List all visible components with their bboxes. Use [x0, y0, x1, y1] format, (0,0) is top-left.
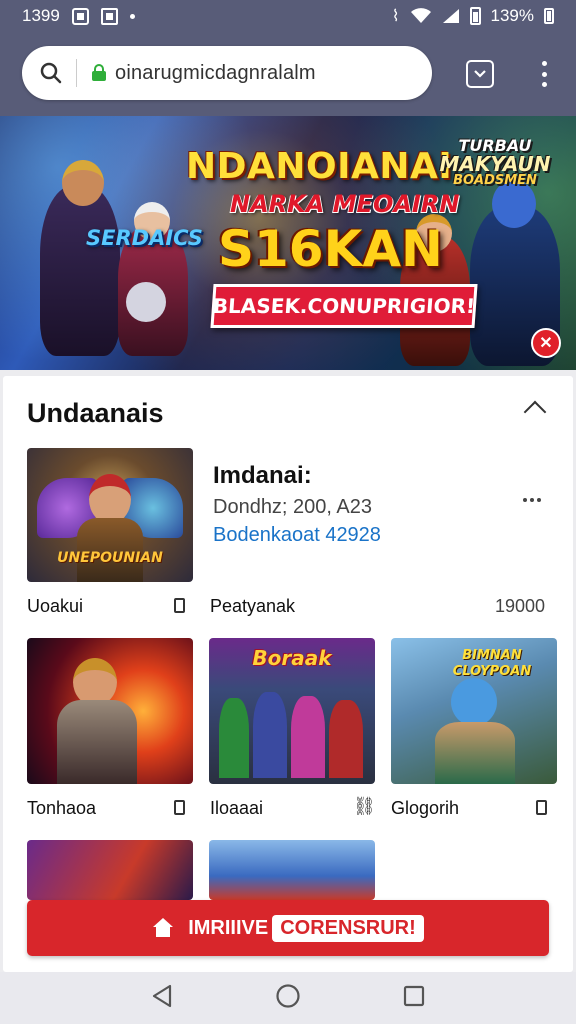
primary-cta-button[interactable]: IMRIIIVE CORENSRUR!	[27, 900, 549, 956]
item-caption-left[interactable]: Uoakui	[27, 596, 83, 617]
status-time: 1399	[22, 6, 60, 25]
featured-hero-head	[89, 474, 131, 524]
grid-1-hero-head	[73, 658, 117, 706]
featured-meta: Dondhz; 200, A23	[213, 496, 373, 518]
bookmark-icon[interactable]	[536, 800, 547, 815]
message-icon	[100, 7, 118, 25]
grid-thumbnail-2[interactable]: Boraak	[209, 638, 375, 784]
cta-highlight: CORENSRUR!	[272, 914, 424, 942]
home-icon	[152, 918, 174, 938]
recents-icon[interactable]	[403, 985, 425, 1012]
item-count: 19000	[495, 596, 546, 616]
banner-headline: S16KAN	[218, 220, 443, 278]
grid-caption-2[interactable]: Iloaaai	[210, 798, 263, 819]
back-icon[interactable]	[151, 984, 173, 1013]
promo-banner[interactable]: NDANOIANAI NARKA MEOAIRN S16KAN SERDAICS…	[0, 116, 576, 370]
close-icon[interactable]: ✕	[531, 328, 561, 358]
banner-right-line-3: BOADSMEN	[453, 173, 537, 188]
section-title: Undaanais	[27, 398, 164, 428]
more-notifications-icon	[129, 13, 135, 19]
grid-3-hero-head	[451, 678, 497, 726]
banner-title: NDANOIANAI	[186, 146, 453, 187]
banner-cta-button[interactable]: BLASEK.CONUPRIGIOR!	[210, 284, 478, 328]
url-separator	[76, 59, 77, 87]
battery-outline-icon	[544, 8, 554, 24]
vibrate-icon: ⌇	[391, 8, 400, 25]
grid-2-hero-2	[253, 692, 287, 778]
chevron-up-icon[interactable]	[523, 400, 547, 424]
grid-caption-1[interactable]: Tonhaoa	[27, 798, 96, 819]
grid-thumbnail-4[interactable]	[27, 840, 193, 900]
featured-title[interactable]: Imdanai:	[213, 462, 312, 490]
grid-3-hero-body	[435, 722, 515, 784]
featured-image[interactable]: UNEPOUNIAN	[27, 448, 193, 582]
link-icon[interactable]: ⛓	[353, 796, 376, 817]
wifi-icon	[410, 8, 431, 23]
address-bar[interactable]: oinarugmicdagnralalm	[22, 46, 432, 100]
grid-thumbnail-3[interactable]: BIMNAN CLOYPOAN	[391, 638, 557, 784]
lock-icon	[92, 64, 106, 81]
bookmark-icon[interactable]	[174, 800, 185, 815]
grid-1-hero-body	[57, 700, 137, 784]
notification-icon	[71, 7, 89, 25]
item-caption-right[interactable]: Peatyanak	[210, 596, 295, 617]
grid-2-hero-3	[291, 696, 325, 778]
banner-right-logo: TURBAU MAKYAUN BOADSMEN	[436, 138, 554, 188]
content-card: Undaanais UNEPOUNIAN Imdanai: Dondhz; 20…	[3, 376, 573, 972]
bookmark-icon[interactable]	[174, 598, 185, 613]
tab-switcher-icon[interactable]	[466, 60, 494, 88]
grid-thumbnail-1[interactable]	[27, 638, 193, 784]
system-nav-bar	[0, 972, 576, 1024]
home-nav-icon[interactable]	[275, 983, 301, 1014]
grid-2-hero-1	[219, 698, 249, 778]
grid-thumbnail-5[interactable]	[209, 840, 375, 900]
cta-label: IMRIIIVE	[188, 916, 269, 939]
featured-link[interactable]: Bodenkaoat 42928	[213, 524, 381, 547]
grid-caption-3[interactable]: Glogorih	[391, 798, 459, 819]
grid-2-hero-4	[329, 700, 363, 778]
featured-image-caption: UNEPOUNIAN	[57, 550, 163, 566]
battery-level: 139%	[490, 6, 534, 25]
signal-icon	[442, 9, 459, 23]
grid-3-art-text: BIMNAN CLOYPOAN	[452, 648, 532, 679]
search-icon[interactable]	[40, 62, 62, 84]
overflow-menu-icon[interactable]	[534, 58, 554, 90]
banner-subtitle: NARKA MEOAIRN	[230, 190, 460, 218]
browser-toolbar: oinarugmicdagnralalm	[0, 32, 576, 116]
banner-right-line-2: MAKYAUN	[439, 152, 551, 176]
status-bar: 1399 ⌇ 139%	[0, 0, 576, 32]
more-options-icon[interactable]	[523, 498, 541, 502]
battery-icon	[469, 7, 481, 25]
url-text[interactable]: oinarugmicdagnralalm	[115, 62, 316, 85]
banner-left-logo: SERDAICS	[86, 226, 203, 250]
grid-2-art-text: Boraak	[252, 646, 332, 670]
